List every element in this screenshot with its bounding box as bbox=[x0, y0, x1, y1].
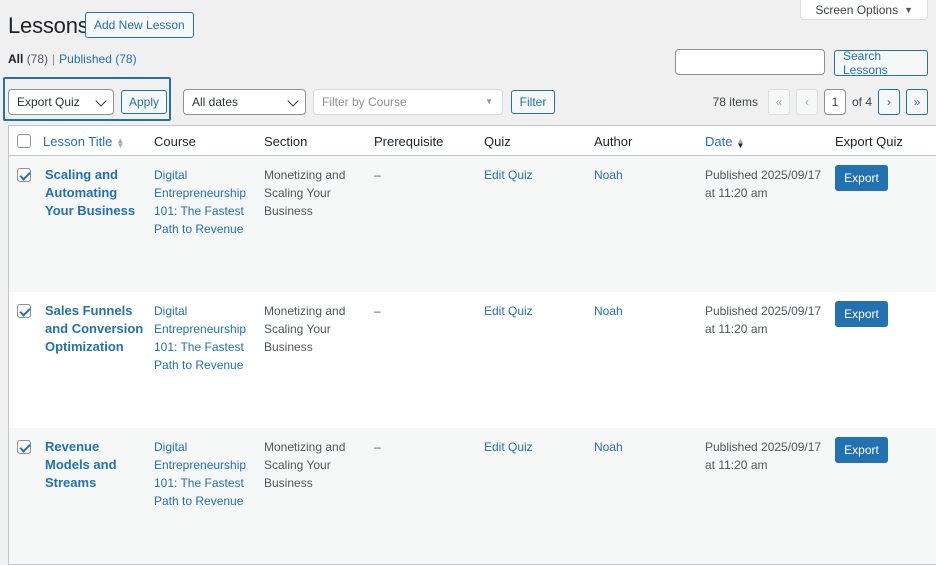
triangle-down-icon: ▼ bbox=[485, 97, 493, 106]
section-text: Monetizing and Scaling Your Business bbox=[264, 168, 346, 218]
date-text: Published 2025/09/17 at 11:20 am bbox=[705, 168, 822, 200]
current-page-input[interactable]: 1 bbox=[823, 89, 846, 115]
bulk-action-select[interactable]: Export Quiz bbox=[8, 89, 114, 115]
chevron-down-icon bbox=[95, 95, 107, 107]
search-input[interactable] bbox=[675, 49, 825, 75]
course-link[interactable]: Digital Entrepreneurship 101: The Fastes… bbox=[154, 438, 254, 510]
author-link[interactable]: Noah bbox=[594, 166, 623, 184]
export-button[interactable]: Export bbox=[835, 301, 888, 327]
table-row: Revenue Models and Streams Digital Entre… bbox=[9, 428, 936, 564]
prev-page-button[interactable]: ‹ bbox=[795, 89, 818, 115]
date-text: Published 2025/09/17 at 11:20 am bbox=[705, 440, 822, 472]
author-link[interactable]: Noah bbox=[594, 438, 623, 456]
column-section: Section bbox=[264, 134, 308, 149]
course-filter-placeholder: Filter by Course bbox=[322, 95, 407, 109]
export-button[interactable]: Export bbox=[835, 437, 888, 463]
column-prerequisite: Prerequisite bbox=[374, 134, 444, 149]
next-page-button[interactable]: › bbox=[878, 89, 900, 115]
pagination: 78 items « ‹ 1 of 4 › » bbox=[713, 89, 928, 115]
date-filter-value: All dates bbox=[192, 95, 239, 109]
column-course: Course bbox=[154, 134, 196, 149]
total-pages: of 4 bbox=[851, 95, 872, 109]
caret-down-icon: ▼ bbox=[904, 4, 913, 15]
export-button[interactable]: Export bbox=[835, 165, 888, 191]
section-text: Monetizing and Scaling Your Business bbox=[264, 304, 346, 354]
table-row: Scaling and Automating Your Business Dig… bbox=[9, 156, 936, 292]
date-text: Published 2025/09/17 at 11:20 am bbox=[705, 304, 822, 336]
column-lesson-title[interactable]: Lesson Title ▲ ▼ bbox=[43, 134, 124, 149]
prerequisite-text: – bbox=[374, 168, 381, 182]
add-new-lesson-button[interactable]: Add New Lesson bbox=[85, 12, 194, 38]
lessons-table: Lesson Title ▲ ▼ Course Section Prerequisi… bbox=[8, 125, 936, 565]
column-author: Author bbox=[594, 134, 633, 149]
edit-quiz-link[interactable]: Edit Quiz bbox=[484, 438, 533, 456]
sort-icon: ▲ ▼ bbox=[736, 135, 745, 150]
column-date[interactable]: Date ▲ ▼ bbox=[705, 134, 744, 149]
table-header: Lesson Title ▲ ▼ Course Section Prerequisi… bbox=[9, 126, 936, 156]
page-title: Lessons bbox=[8, 13, 89, 38]
lesson-title-link[interactable]: Revenue Models and Streams bbox=[45, 438, 145, 492]
row-checkbox[interactable] bbox=[17, 168, 31, 182]
view-all[interactable]: All (78) bbox=[8, 52, 48, 66]
bulk-action-value: Export Quiz bbox=[17, 95, 80, 109]
apply-button[interactable]: Apply bbox=[121, 90, 167, 114]
course-link[interactable]: Digital Entrepreneurship 101: The Fastes… bbox=[154, 166, 254, 238]
prerequisite-text: – bbox=[374, 440, 381, 454]
search-lessons-button[interactable]: Search Lessons bbox=[834, 49, 928, 77]
edit-quiz-link[interactable]: Edit Quiz bbox=[484, 166, 533, 184]
select-all-checkbox[interactable] bbox=[17, 134, 31, 148]
last-page-button[interactable]: » bbox=[906, 89, 928, 115]
date-filter-select[interactable]: All dates bbox=[183, 89, 306, 115]
items-count: 78 items bbox=[712, 95, 758, 109]
screen-options-button[interactable]: Screen Options ▼ bbox=[800, 0, 928, 20]
view-published[interactable]: Published (78) bbox=[59, 52, 136, 66]
filter-button[interactable]: Filter bbox=[511, 90, 555, 114]
section-text: Monetizing and Scaling Your Business bbox=[264, 440, 346, 490]
first-page-button[interactable]: « bbox=[767, 89, 790, 115]
edit-quiz-link[interactable]: Edit Quiz bbox=[484, 302, 533, 320]
sort-icon: ▲ ▼ bbox=[116, 135, 125, 150]
column-export-quiz: Export Quiz bbox=[835, 134, 903, 149]
chevron-down-icon bbox=[287, 95, 299, 107]
lesson-title-link[interactable]: Scaling and Automating Your Business bbox=[45, 166, 145, 220]
column-quiz: Quiz bbox=[484, 134, 511, 149]
table-row: Sales Funnels and Conversion Optimizatio… bbox=[9, 292, 936, 428]
prerequisite-text: – bbox=[374, 304, 381, 318]
course-link[interactable]: Digital Entrepreneurship 101: The Fastes… bbox=[154, 302, 254, 374]
row-checkbox[interactable] bbox=[17, 440, 31, 454]
status-views: All (78) | Published (78) bbox=[8, 52, 137, 66]
lesson-title-link[interactable]: Sales Funnels and Conversion Optimizatio… bbox=[45, 302, 145, 356]
author-link[interactable]: Noah bbox=[594, 302, 623, 320]
screen-options-label: Screen Options bbox=[815, 2, 899, 17]
course-filter-select[interactable]: Filter by Course ▼ bbox=[313, 89, 503, 115]
row-checkbox[interactable] bbox=[17, 304, 31, 318]
